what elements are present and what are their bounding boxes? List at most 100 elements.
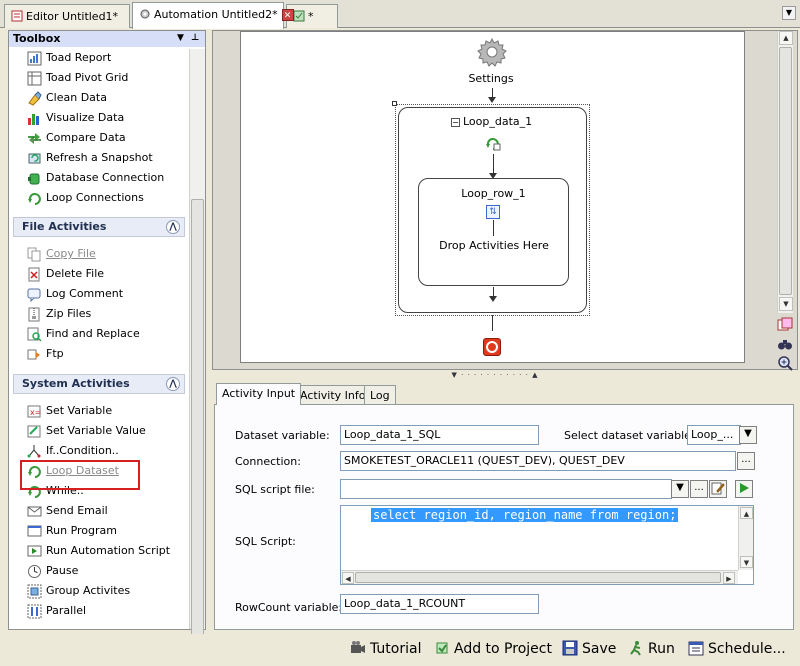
toolbox-item-zip-files[interactable]: Zip Files <box>27 305 91 323</box>
toolbox-item-toad-pivot-grid[interactable]: Toad Pivot Grid <box>27 69 128 87</box>
toolbox-item-set-variable[interactable]: x= Set Variable <box>27 402 112 420</box>
run-button[interactable]: Run <box>628 638 675 660</box>
rowcount-variable-input[interactable]: Loop_data_1_RCOUNT <box>340 594 539 614</box>
sql-script-label: SQL Script: <box>235 535 296 548</box>
panel-splitter[interactable]: ▼ · · · · · · · · · · · ▲ <box>445 371 545 379</box>
connection-browse-button[interactable]: ... <box>737 452 755 470</box>
pivot-grid-icon <box>27 71 42 86</box>
sql-editor-hscroll-thumb[interactable] <box>355 572 721 583</box>
schedule-button[interactable]: Schedule... <box>688 638 786 660</box>
tutorial-button[interactable]: Tutorial <box>350 638 421 660</box>
toolbox-item-if-condition[interactable]: If..Condition.. <box>27 442 119 460</box>
add-to-project-button[interactable]: Add to Project <box>434 638 552 660</box>
toolbox-item-database-connection[interactable]: Database Connection <box>27 169 164 187</box>
tab-activity-info[interactable]: Activity Info <box>294 385 372 405</box>
scroll-up-arrow[interactable]: ▲ <box>740 507 753 519</box>
row-iterator-icon: ⇅ <box>486 205 500 219</box>
connection-input[interactable]: SMOKETEST_ORACLE11 (QUEST_DEV), QUEST_DE… <box>340 451 736 471</box>
toolbox-item-log-comment[interactable]: Log Comment <box>27 285 123 303</box>
canvas-scrollbar[interactable]: ▲ ▼ <box>777 31 793 313</box>
toolbox-item-find-replace[interactable]: Find and Replace <box>27 325 140 343</box>
loop-data-activity[interactable]: − Loop_data_1 Loop_row_1 ⇅ Drop Activiti… <box>398 107 587 313</box>
edit-script-icon[interactable] <box>709 480 727 498</box>
sql-script-editor[interactable]: select region_id, region_name from regio… <box>340 505 754 585</box>
toolbox-item-copy-file[interactable]: Copy File <box>27 245 96 263</box>
refresh-snapshot-icon <box>27 151 42 166</box>
sql-editor-icon <box>11 10 23 22</box>
sql-file-browse-button[interactable]: ... <box>690 480 708 498</box>
find-replace-icon <box>27 327 42 342</box>
collapse-toggle-icon[interactable]: − <box>451 118 460 127</box>
dataset-variable-label: Dataset variable: <box>235 429 330 442</box>
toolbox-item-refresh-snapshot[interactable]: Refresh a Snapshot <box>27 149 153 167</box>
workflow-canvas[interactable]: Settings − Loop_data_1 Loop_row_1 ⇅ Drop… <box>240 31 745 363</box>
toolbox-item-visualize-data[interactable]: Visualize Data <box>27 109 124 127</box>
toolbox-list: Toad Report Toad Pivot Grid Clean Data V… <box>13 49 187 639</box>
loop-connections-icon <box>27 191 42 206</box>
toolbox-item-delete-file[interactable]: Delete File <box>27 265 104 283</box>
tab-log[interactable]: Log <box>364 385 396 405</box>
chevron-down-icon[interactable]: ▼ <box>177 33 187 43</box>
loop-row-label: Loop_row_1 <box>461 187 526 200</box>
close-icon[interactable]: ✕ <box>281 9 294 21</box>
toolbox-item-clean-data[interactable]: Clean Data <box>27 89 107 107</box>
scroll-up-arrow[interactable]: ▲ <box>779 31 793 45</box>
section-system-activities[interactable]: System Activities ⋀ <box>13 374 185 394</box>
toolbox-item-send-email[interactable]: Send Email <box>27 502 108 520</box>
run-script-icon[interactable] <box>735 480 753 498</box>
sql-editor-vscrollbar[interactable]: ▲ ▼ <box>738 506 753 570</box>
copy-image-icon[interactable] <box>777 317 793 333</box>
chevron-down-icon[interactable]: ▼ <box>671 480 689 498</box>
save-button[interactable]: Save <box>562 638 616 660</box>
activity-input-form: Dataset variable: Loop_data_1_SQL Select… <box>214 404 794 630</box>
toolbox-scroll-thumb[interactable] <box>191 199 204 639</box>
settings-gear-icon[interactable] <box>476 36 508 68</box>
scroll-left-arrow[interactable]: ◀ <box>342 572 354 584</box>
tab-editor-untitled1[interactable]: Editor Untitled1* <box>4 4 130 28</box>
stop-icon[interactable] <box>483 338 501 356</box>
ftp-icon <box>27 347 42 362</box>
zoom-icon[interactable] <box>777 355 793 371</box>
toolbox-item-compare-data[interactable]: Compare Data <box>27 129 126 147</box>
run-automation-script-icon <box>27 544 42 559</box>
chevron-down-icon[interactable]: ▼ <box>739 426 757 444</box>
tab-automation-untitled2[interactable]: Automation Untitled2* ✕ <box>132 2 294 29</box>
find-binoculars-icon[interactable] <box>777 336 793 352</box>
canvas-scroll-thumb[interactable] <box>779 47 792 295</box>
zip-files-icon <box>27 307 42 322</box>
scroll-down-arrow[interactable]: ▼ <box>779 297 793 311</box>
sql-editor-hscrollbar[interactable]: ◀ ▶ <box>341 570 738 584</box>
loop-row-activity[interactable]: Loop_row_1 ⇅ Drop Activities Here <box>418 178 569 286</box>
tab-label: Editor Untitled1* <box>26 10 119 23</box>
toolbox-item-set-variable-value[interactable]: Set Variable Value <box>27 422 146 440</box>
toolbox-scrollbar[interactable] <box>189 49 205 639</box>
pause-icon <box>27 564 42 579</box>
toolbox-item-ftp[interactable]: Ftp <box>27 345 64 363</box>
parallel-icon <box>27 604 42 619</box>
database-connection-icon <box>27 171 42 186</box>
toolbox-item-pause[interactable]: Pause <box>27 562 78 580</box>
toolbox-item-parallel[interactable]: Parallel <box>27 602 86 620</box>
toolbox-item-toad-report[interactable]: Toad Report <box>27 49 111 67</box>
toolbox-item-run-program[interactable]: Run Program <box>27 522 117 540</box>
scroll-down-arrow[interactable]: ▼ <box>740 556 753 568</box>
dataset-variable-input[interactable]: Loop_data_1_SQL <box>340 425 539 445</box>
sql-script-file-input[interactable] <box>340 479 672 499</box>
select-dataset-variable-dropdown[interactable]: Loop_... <box>687 425 741 445</box>
toolbox-item-run-automation-script[interactable]: Run Automation Script <box>27 542 170 560</box>
selection-handle[interactable] <box>392 101 397 106</box>
collapse-up-icon[interactable]: ⋀ <box>166 377 180 391</box>
pin-icon[interactable]: ⊥ <box>191 33 201 43</box>
query-builder-icon <box>293 10 305 22</box>
tab-untitled[interactable]: * <box>286 4 338 28</box>
section-file-activities[interactable]: File Activities ⋀ <box>13 217 185 237</box>
toolbox-item-loop-connections[interactable]: Loop Connections <box>27 189 144 207</box>
tab-menu-dropdown[interactable]: ▼ <box>782 6 796 20</box>
sql-script-text[interactable]: select region_id, region_name from regio… <box>371 508 679 522</box>
scroll-right-arrow[interactable]: ▶ <box>723 572 735 584</box>
group-activities-icon <box>27 584 42 599</box>
toolbox-item-group-activities[interactable]: Group Activites <box>27 582 130 600</box>
tab-activity-input[interactable]: Activity Input <box>216 383 302 405</box>
collapse-up-icon[interactable]: ⋀ <box>166 220 180 234</box>
document-tab-bar: Editor Untitled1* Automation Untitled2* ✕… <box>0 0 800 29</box>
